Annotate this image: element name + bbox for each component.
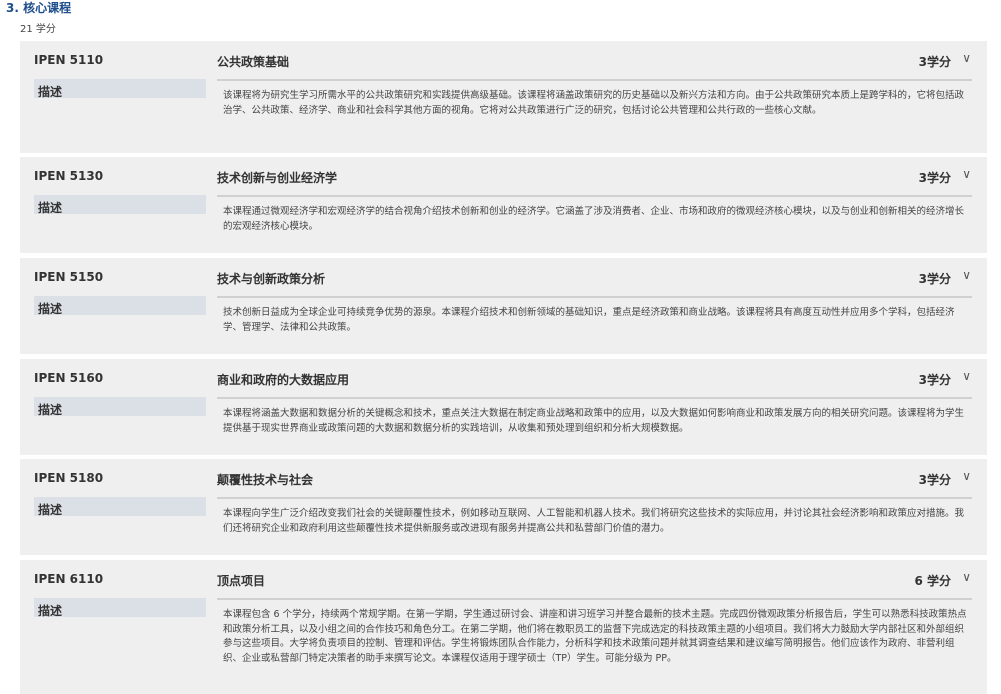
course-description: 本课程通过微观经济学和宏观经济学的结合视角介绍技术创新和创业的经济学。它涵盖了涉… — [223, 206, 965, 232]
course-code: IPEN 5180 — [34, 471, 104, 485]
description-label: 描述 — [34, 497, 206, 517]
chevron-down-icon[interactable]: ∨ — [962, 167, 971, 181]
course-card[interactable]: IPEN 5150 技术与创新政策分析 3学分 ∨ 描述 技术创新日益成为全球企… — [20, 258, 987, 354]
section-credits: 21 学分 — [20, 24, 56, 35]
course-credits: 3学分 — [918, 272, 951, 286]
chevron-down-icon[interactable]: ∨ — [962, 51, 971, 65]
course-code: IPEN 5110 — [34, 53, 104, 67]
course-card[interactable]: IPEN 6110 顶点项目 6 学分 ∨ 描述 本课程包含 6 个学分，持续两… — [20, 560, 987, 694]
course-description: 本课程包含 6 个学分，持续两个常规学期。在第一学期，学生通过研讨会、讲座和讲习… — [223, 609, 967, 664]
course-card[interactable]: IPEN 5180 颠覆性技术与社会 3学分 ∨ 描述 本课程向学生广泛介绍改变… — [20, 459, 987, 555]
course-description: 技术创新日益成为全球企业可持续竞争优势的源泉。本课程介绍技术和创新领域的基础知识… — [223, 307, 955, 333]
course-title: 颠覆性技术与社会 — [217, 473, 314, 487]
chevron-down-icon[interactable]: ∨ — [962, 570, 971, 584]
description-label: 描述 — [34, 195, 206, 215]
divider — [217, 598, 972, 600]
course-title: 技术创新与创业经济学 — [217, 171, 338, 185]
course-title: 公共政策基础 — [217, 55, 290, 69]
course-code: IPEN 5160 — [34, 371, 104, 385]
course-credits: 3学分 — [918, 473, 951, 487]
course-credits: 6 学分 — [914, 574, 951, 588]
course-credits: 3学分 — [918, 171, 951, 185]
divider — [217, 79, 972, 81]
chevron-down-icon[interactable]: ∨ — [962, 268, 971, 282]
course-card[interactable]: IPEN 5130 技术创新与创业经济学 3学分 ∨ 描述 本课程通过微观经济学… — [20, 157, 987, 253]
description-label: 描述 — [34, 296, 206, 316]
course-card[interactable]: IPEN 5110 公共政策基础 3学分 ∨ 描述 该课程将为研究生学习所需水平… — [20, 41, 987, 153]
course-title: 技术与创新政策分析 — [217, 272, 326, 286]
chevron-down-icon[interactable]: ∨ — [962, 369, 971, 383]
description-label: 描述 — [34, 79, 206, 99]
course-credits: 3学分 — [918, 55, 951, 69]
course-title: 顶点项目 — [217, 574, 266, 588]
course-title: 商业和政府的大数据应用 — [217, 373, 350, 387]
course-description: 本课程向学生广泛介绍改变我们社会的关键颠覆性技术，例如移动互联网、人工智能和机器… — [223, 508, 965, 534]
course-description: 本课程将涵盖大数据和数据分析的关键概念和技术，重点关注大数据在制定商业战略和政策… — [223, 408, 965, 434]
course-code: IPEN 5130 — [34, 169, 104, 183]
description-label: 描述 — [34, 397, 206, 417]
divider — [217, 497, 972, 499]
divider — [217, 397, 972, 399]
description-label: 描述 — [34, 598, 206, 618]
divider — [217, 195, 972, 197]
section-title: 3. 核心课程 — [6, 1, 72, 15]
course-description: 该课程将为研究生学习所需水平的公共政策研究和实践提供高级基础。该课程将涵盖政策研… — [223, 90, 965, 116]
course-code: IPEN 5150 — [34, 270, 104, 284]
chevron-down-icon[interactable]: ∨ — [962, 469, 971, 483]
course-code: IPEN 6110 — [34, 572, 104, 586]
course-card[interactable]: IPEN 5160 商业和政府的大数据应用 3学分 ∨ 描述 本课程将涵盖大数据… — [20, 359, 987, 455]
course-credits: 3学分 — [918, 373, 951, 387]
divider — [217, 296, 972, 298]
